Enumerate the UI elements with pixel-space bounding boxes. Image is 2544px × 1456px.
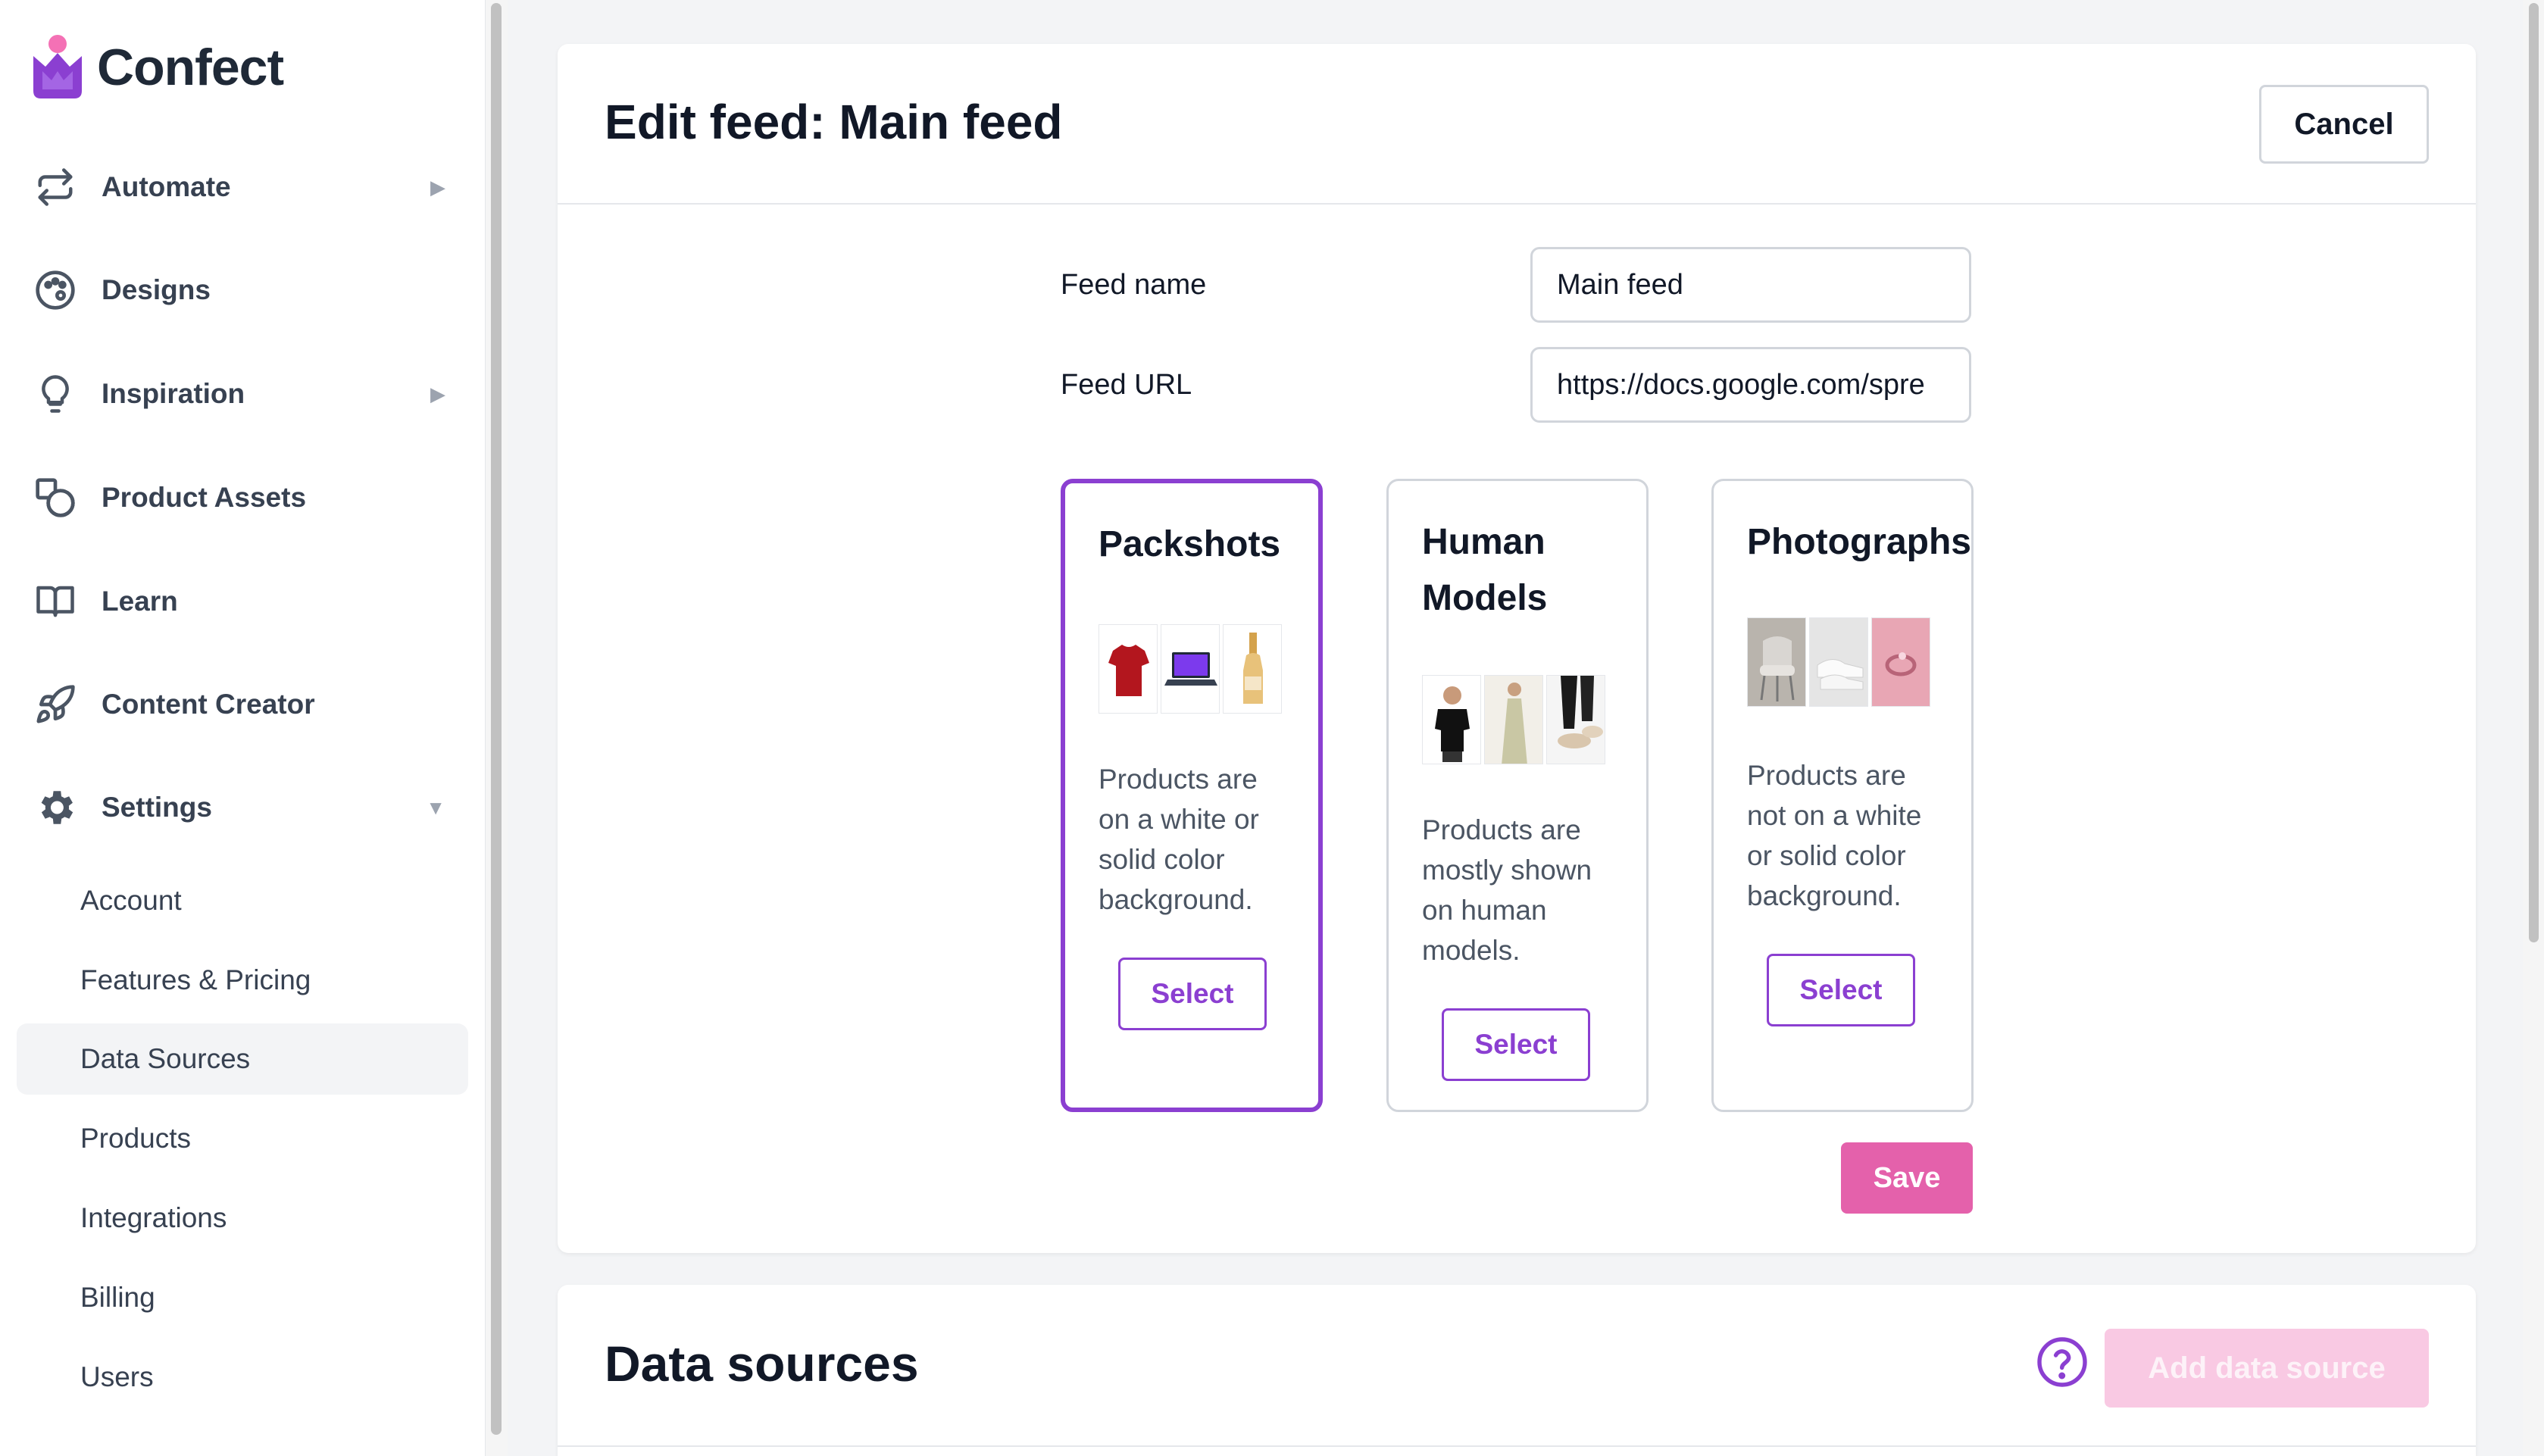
select-human-models-button[interactable]: Select xyxy=(1442,1008,1590,1081)
nav-label: Content Creator xyxy=(102,689,315,720)
main-scrollbar-thumb[interactable] xyxy=(2529,3,2539,942)
sidebar-scrollbar[interactable] xyxy=(485,0,508,1456)
settings-item-products[interactable]: Products xyxy=(17,1103,468,1174)
nav-learn[interactable]: Learn xyxy=(30,567,455,636)
card-title: Packshots xyxy=(1099,524,1281,564)
settings-item-features-pricing[interactable]: Features & Pricing xyxy=(17,945,468,1016)
help-icon[interactable] xyxy=(2035,1335,2089,1389)
nav-label: Automate xyxy=(102,171,231,202)
card-thumbnails xyxy=(1099,624,1282,714)
feed-name-row: Feed name xyxy=(1061,247,1971,323)
caret-right-icon: ▶ xyxy=(430,382,445,405)
feed-name-label: Feed name xyxy=(1061,268,1207,301)
settings-item-data-sources[interactable]: Data Sources xyxy=(17,1023,468,1095)
shoes-model-thumbnail xyxy=(1546,675,1605,764)
image-type-card-human-models[interactable]: Human Models Products are mostly shown o… xyxy=(1386,479,1649,1112)
feed-url-input[interactable] xyxy=(1530,347,1971,423)
nav-label: Learn xyxy=(102,586,178,617)
data-sources-panel: Data sources Add data source xyxy=(558,1285,2476,1456)
nav-label: Inspiration xyxy=(102,378,245,409)
card-description: Products are not on a white or solid col… xyxy=(1747,760,1922,911)
sidebar-scrollbar-thumb[interactable] xyxy=(491,3,502,1435)
lightbulb-icon xyxy=(30,369,80,419)
edit-feed-panel: Edit feed: Main feed Cancel Feed name Fe… xyxy=(558,44,2476,1253)
select-photographs-button[interactable]: Select xyxy=(1767,954,1915,1026)
nav-inspiration[interactable]: Inspiration ▶ xyxy=(30,360,455,428)
nav-label: Designs xyxy=(102,274,211,305)
confect-logo-icon xyxy=(33,35,82,98)
image-type-card-photographs[interactable]: Photographs Products are not on a white … xyxy=(1711,479,1974,1112)
nav-product-assets[interactable]: Product Assets xyxy=(30,464,455,532)
settings-item-integrations[interactable]: Integrations xyxy=(17,1183,468,1254)
sidebar: Confect Automate ▶ Designs Inspiration ▶ xyxy=(0,0,485,1456)
sneakers-photo-thumbnail xyxy=(1809,617,1868,707)
page-title: Edit feed: Main feed xyxy=(605,95,1063,149)
caret-right-icon: ▶ xyxy=(430,175,445,198)
settings-item-billing[interactable]: Billing xyxy=(17,1262,468,1333)
divider xyxy=(558,1445,2476,1447)
nav-content-creator[interactable]: Content Creator xyxy=(30,670,455,739)
card-title: Human Models xyxy=(1422,522,1548,618)
feed-url-row: Feed URL xyxy=(1061,347,1971,423)
settings-item-account[interactable]: Account xyxy=(17,865,468,936)
card-description: Products are mostly shown on human model… xyxy=(1422,814,1592,966)
bottle-thumbnail xyxy=(1223,624,1282,714)
book-icon xyxy=(30,576,80,626)
card-thumbnails xyxy=(1422,675,1605,764)
main-scrollbar[interactable] xyxy=(2523,0,2544,1456)
palette-icon xyxy=(30,265,80,315)
feed-name-input[interactable] xyxy=(1530,247,1971,323)
nav-label: Product Assets xyxy=(102,482,307,513)
card-description: Products are on a white or solid color b… xyxy=(1099,764,1259,915)
tshirt-thumbnail xyxy=(1099,624,1158,714)
card-title: Photographs xyxy=(1747,522,1971,562)
laptop-thumbnail xyxy=(1161,624,1220,714)
gear-icon xyxy=(30,783,80,833)
shapes-icon xyxy=(30,473,80,523)
select-packshots-button[interactable]: Select xyxy=(1118,958,1267,1030)
cancel-button[interactable]: Cancel xyxy=(2259,85,2429,164)
settings-item-users[interactable]: Users xyxy=(17,1342,468,1413)
rocket-icon xyxy=(30,680,80,730)
image-type-card-packshots[interactable]: Packshots Products are on a white or sol… xyxy=(1061,479,1323,1112)
nav-settings[interactable]: Settings ▼ xyxy=(30,773,455,842)
ring-photo-thumbnail xyxy=(1871,617,1930,707)
chair-photo-thumbnail xyxy=(1747,617,1806,707)
caret-down-icon: ▼ xyxy=(426,795,445,819)
card-thumbnails xyxy=(1747,617,1930,707)
add-data-source-button[interactable]: Add data source xyxy=(2105,1329,2429,1408)
repeat-icon xyxy=(30,162,80,212)
save-button[interactable]: Save xyxy=(1841,1142,1973,1214)
app-logo[interactable]: Confect xyxy=(29,33,284,102)
edit-feed-header: Edit feed: Main feed Cancel xyxy=(558,44,2476,205)
section-title: Data sources xyxy=(605,1336,919,1392)
nav-designs[interactable]: Designs xyxy=(30,256,455,324)
dress-model-thumbnail xyxy=(1484,675,1543,764)
feed-url-label: Feed URL xyxy=(1061,368,1192,401)
child-model-thumbnail xyxy=(1422,675,1481,764)
nav-label: Settings xyxy=(102,792,212,823)
nav-automate[interactable]: Automate ▶ xyxy=(30,153,455,221)
app-name: Confect xyxy=(97,39,284,96)
